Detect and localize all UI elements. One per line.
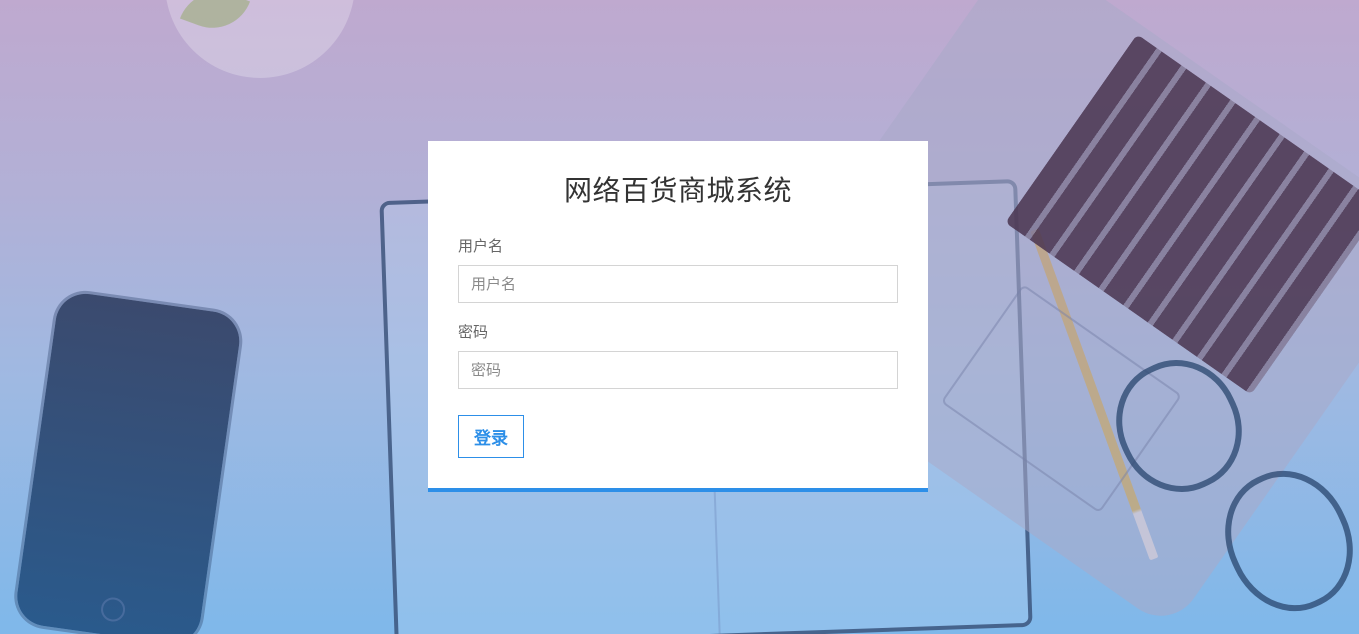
username-input[interactable] [458,265,898,303]
login-button[interactable]: 登录 [458,415,524,458]
page-title: 网络百货商城系统 [563,174,792,207]
password-input[interactable] [458,351,898,389]
phone-home-button-decoration [99,595,127,624]
username-label: 用户名 [458,237,504,255]
smartphone-decoration [13,290,244,634]
password-label: 密码 [458,323,489,341]
login-card: 网络百货商城系统 用户名 密码 登录 [428,141,928,492]
